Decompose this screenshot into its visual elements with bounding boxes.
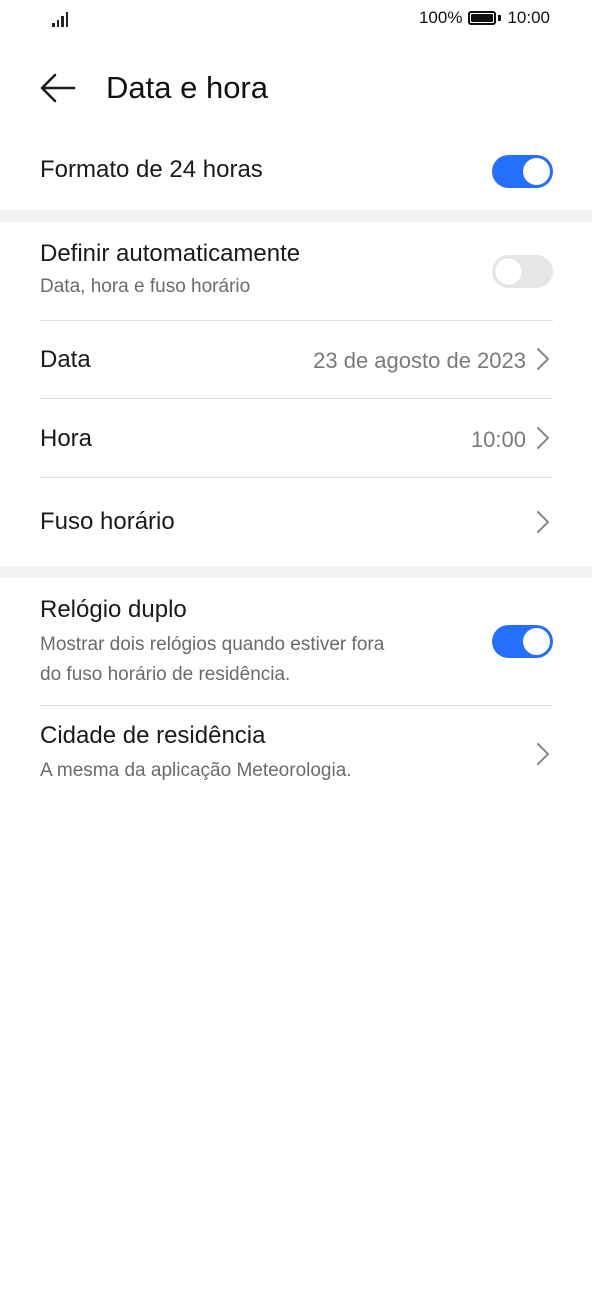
- setting-row-timezone[interactable]: Fuso horário: [40, 508, 553, 536]
- setting-value-date: 23 de agosto de 2023: [313, 348, 526, 373]
- setting-row-auto-set[interactable]: Definir automaticamente Data, hora e fus…: [40, 240, 553, 302]
- setting-row-24h-format[interactable]: Formato de 24 horas: [40, 156, 553, 184]
- section-divider: [0, 210, 592, 222]
- toggle-knob: [523, 158, 550, 185]
- setting-sublabel-home-city: A mesma da aplicação Meteorologia.: [40, 760, 352, 781]
- app-header: Data e hora: [0, 60, 592, 116]
- toggle-auto-set[interactable]: [492, 255, 553, 288]
- toggle-knob: [523, 628, 550, 655]
- battery-tip: [498, 15, 502, 21]
- page-title: Data e hora: [106, 70, 268, 105]
- battery-full-icon: [468, 11, 497, 25]
- divider: [40, 705, 553, 706]
- setting-value-time: 10:00: [470, 427, 526, 452]
- battery-percent: 100%: [418, 8, 463, 27]
- divider: [40, 398, 553, 399]
- setting-sublabel-auto-set: Data, hora e fuso horário: [40, 276, 251, 297]
- toggle-24h-format[interactable]: [492, 155, 553, 188]
- setting-label-auto-set: Definir automaticamente: [40, 240, 301, 267]
- setting-sublabel-dual-clock: Mostrar dois relógios quando estiver for…: [40, 630, 480, 690]
- section-divider: [0, 566, 592, 578]
- setting-label-timezone: Fuso horário: [40, 508, 175, 535]
- status-bar: 100% 10:00: [0, 0, 592, 44]
- chevron-right-icon: [537, 743, 549, 765]
- setting-label-dual-clock: Relógio duplo: [40, 596, 187, 623]
- sublabel-line: Mostrar dois relógios quando estiver for…: [40, 634, 385, 655]
- status-time: 10:00: [507, 8, 550, 27]
- divider: [40, 477, 553, 478]
- setting-row-dual-clock[interactable]: Relógio duplo Mostrar dois relógios quan…: [40, 596, 553, 690]
- setting-label-24h-format: Formato de 24 horas: [40, 156, 263, 183]
- signal-bars-icon: [52, 11, 72, 27]
- toggle-knob: [495, 258, 522, 285]
- chevron-right-icon: [537, 348, 549, 370]
- toggle-dual-clock[interactable]: [492, 625, 553, 658]
- setting-label-home-city: Cidade de residência: [40, 722, 266, 749]
- chevron-right-icon: [537, 511, 549, 533]
- chevron-right-icon: [537, 427, 549, 449]
- sublabel-line: do fuso horário de residência.: [40, 664, 291, 685]
- arrow-left-icon[interactable]: [38, 72, 78, 104]
- divider: [40, 320, 553, 321]
- setting-row-home-city[interactable]: Cidade de residência A mesma da aplicaçã…: [40, 722, 553, 786]
